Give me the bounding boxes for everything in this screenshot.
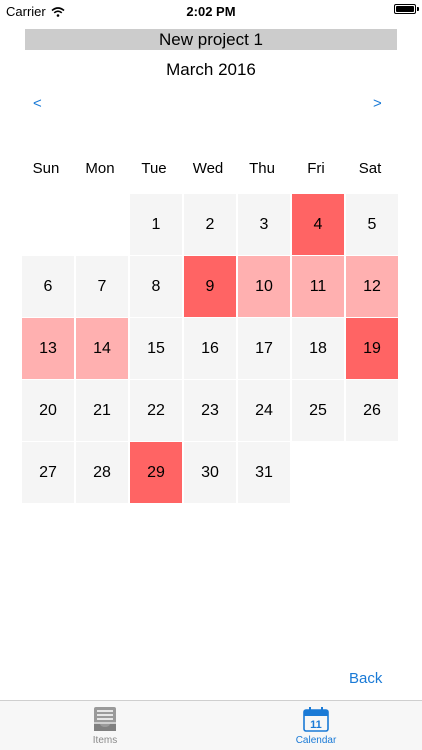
calendar-day-cell[interactable]: 27 <box>22 442 74 503</box>
calendar-day-cell[interactable]: 12 <box>346 256 398 317</box>
weekday-label: Wed <box>192 160 224 177</box>
calendar-day-cell[interactable]: 8 <box>130 256 182 317</box>
prev-month-button[interactable]: < <box>33 95 42 112</box>
calendar-day-cell[interactable]: 3 <box>238 194 290 255</box>
calendar-day-cell[interactable]: 4 <box>292 194 344 255</box>
calendar-empty-cell <box>76 194 128 255</box>
calendar-day-cell[interactable]: 17 <box>238 318 290 379</box>
calendar-day-cell[interactable]: 18 <box>292 318 344 379</box>
calendar-day-cell[interactable]: 21 <box>76 380 128 441</box>
calendar-day-cell[interactable]: 20 <box>22 380 74 441</box>
calendar-day-cell[interactable]: 26 <box>346 380 398 441</box>
calendar-day-cell[interactable]: 1 <box>130 194 182 255</box>
calendar-grid: 1 2 3 4 5 6 7 8 9 10 11 12 13 14 15 16 17 18 19 20 21 22 23 24 2… <box>22 194 398 503</box>
calendar-day-cell[interactable]: 29 <box>130 442 182 503</box>
calendar-day-cell[interactable]: 28 <box>76 442 128 503</box>
calendar-icon-day: 11 <box>310 719 322 731</box>
tab-calendar[interactable]: 11 Calendar <box>276 705 356 746</box>
calendar-day-cell[interactable]: 30 <box>184 442 236 503</box>
calendar-day-cell[interactable]: 2 <box>184 194 236 255</box>
calendar-day-cell[interactable]: 24 <box>238 380 290 441</box>
battery-icon <box>394 4 419 14</box>
calendar-empty-cell <box>22 194 74 255</box>
calendar-day-cell[interactable]: 16 <box>184 318 236 379</box>
inbox-tray-icon <box>94 707 116 731</box>
battery-fill <box>396 6 414 12</box>
next-month-button[interactable]: > <box>373 95 382 112</box>
calendar-day-cell[interactable]: 5 <box>346 194 398 255</box>
calendar-day-cell[interactable]: 15 <box>130 318 182 379</box>
weekday-header: Sun Mon Tue Wed Thu Fri Sat <box>19 160 397 177</box>
status-time: 2:02 PM <box>186 4 236 19</box>
calendar-day-cell[interactable]: 19 <box>346 318 398 379</box>
calendar-day-cell[interactable]: 9 <box>184 256 236 317</box>
calendar-day-cell[interactable]: 13 <box>22 318 74 379</box>
calendar-day-cell[interactable]: 10 <box>238 256 290 317</box>
calendar-day-cell[interactable]: 22 <box>130 380 182 441</box>
tab-calendar-label: Calendar <box>295 735 337 746</box>
tab-bar: Items 11 Calendar <box>0 700 422 750</box>
tab-items[interactable]: Items <box>65 705 145 746</box>
project-title: New project 1 <box>25 29 397 50</box>
weekday-label: Tue <box>141 160 167 177</box>
weekday-label: Fri <box>307 160 325 177</box>
tab-items-label: Items <box>92 735 118 746</box>
calendar-day-cell[interactable]: 11 <box>292 256 344 317</box>
month-title: March 2016 <box>166 60 256 79</box>
calendar-day-cell[interactable]: 25 <box>292 380 344 441</box>
back-button[interactable]: Back <box>349 670 382 687</box>
calendar-day-cell[interactable]: 14 <box>76 318 128 379</box>
weekday-label: Sun <box>32 160 60 177</box>
calendar-day-cell[interactable]: 7 <box>76 256 128 317</box>
weekday-label: Thu <box>249 160 275 177</box>
calendar-day-cell[interactable]: 6 <box>22 256 74 317</box>
calendar-day-cell[interactable]: 31 <box>238 442 290 503</box>
weekday-label: Mon <box>85 160 115 177</box>
status-right <box>394 4 419 14</box>
status-bar: Carrier 2:02 PM <box>0 0 422 22</box>
calendar-day-cell[interactable]: 23 <box>184 380 236 441</box>
weekday-label: Sat <box>358 160 382 177</box>
calendar-icon: 11 <box>303 707 329 732</box>
